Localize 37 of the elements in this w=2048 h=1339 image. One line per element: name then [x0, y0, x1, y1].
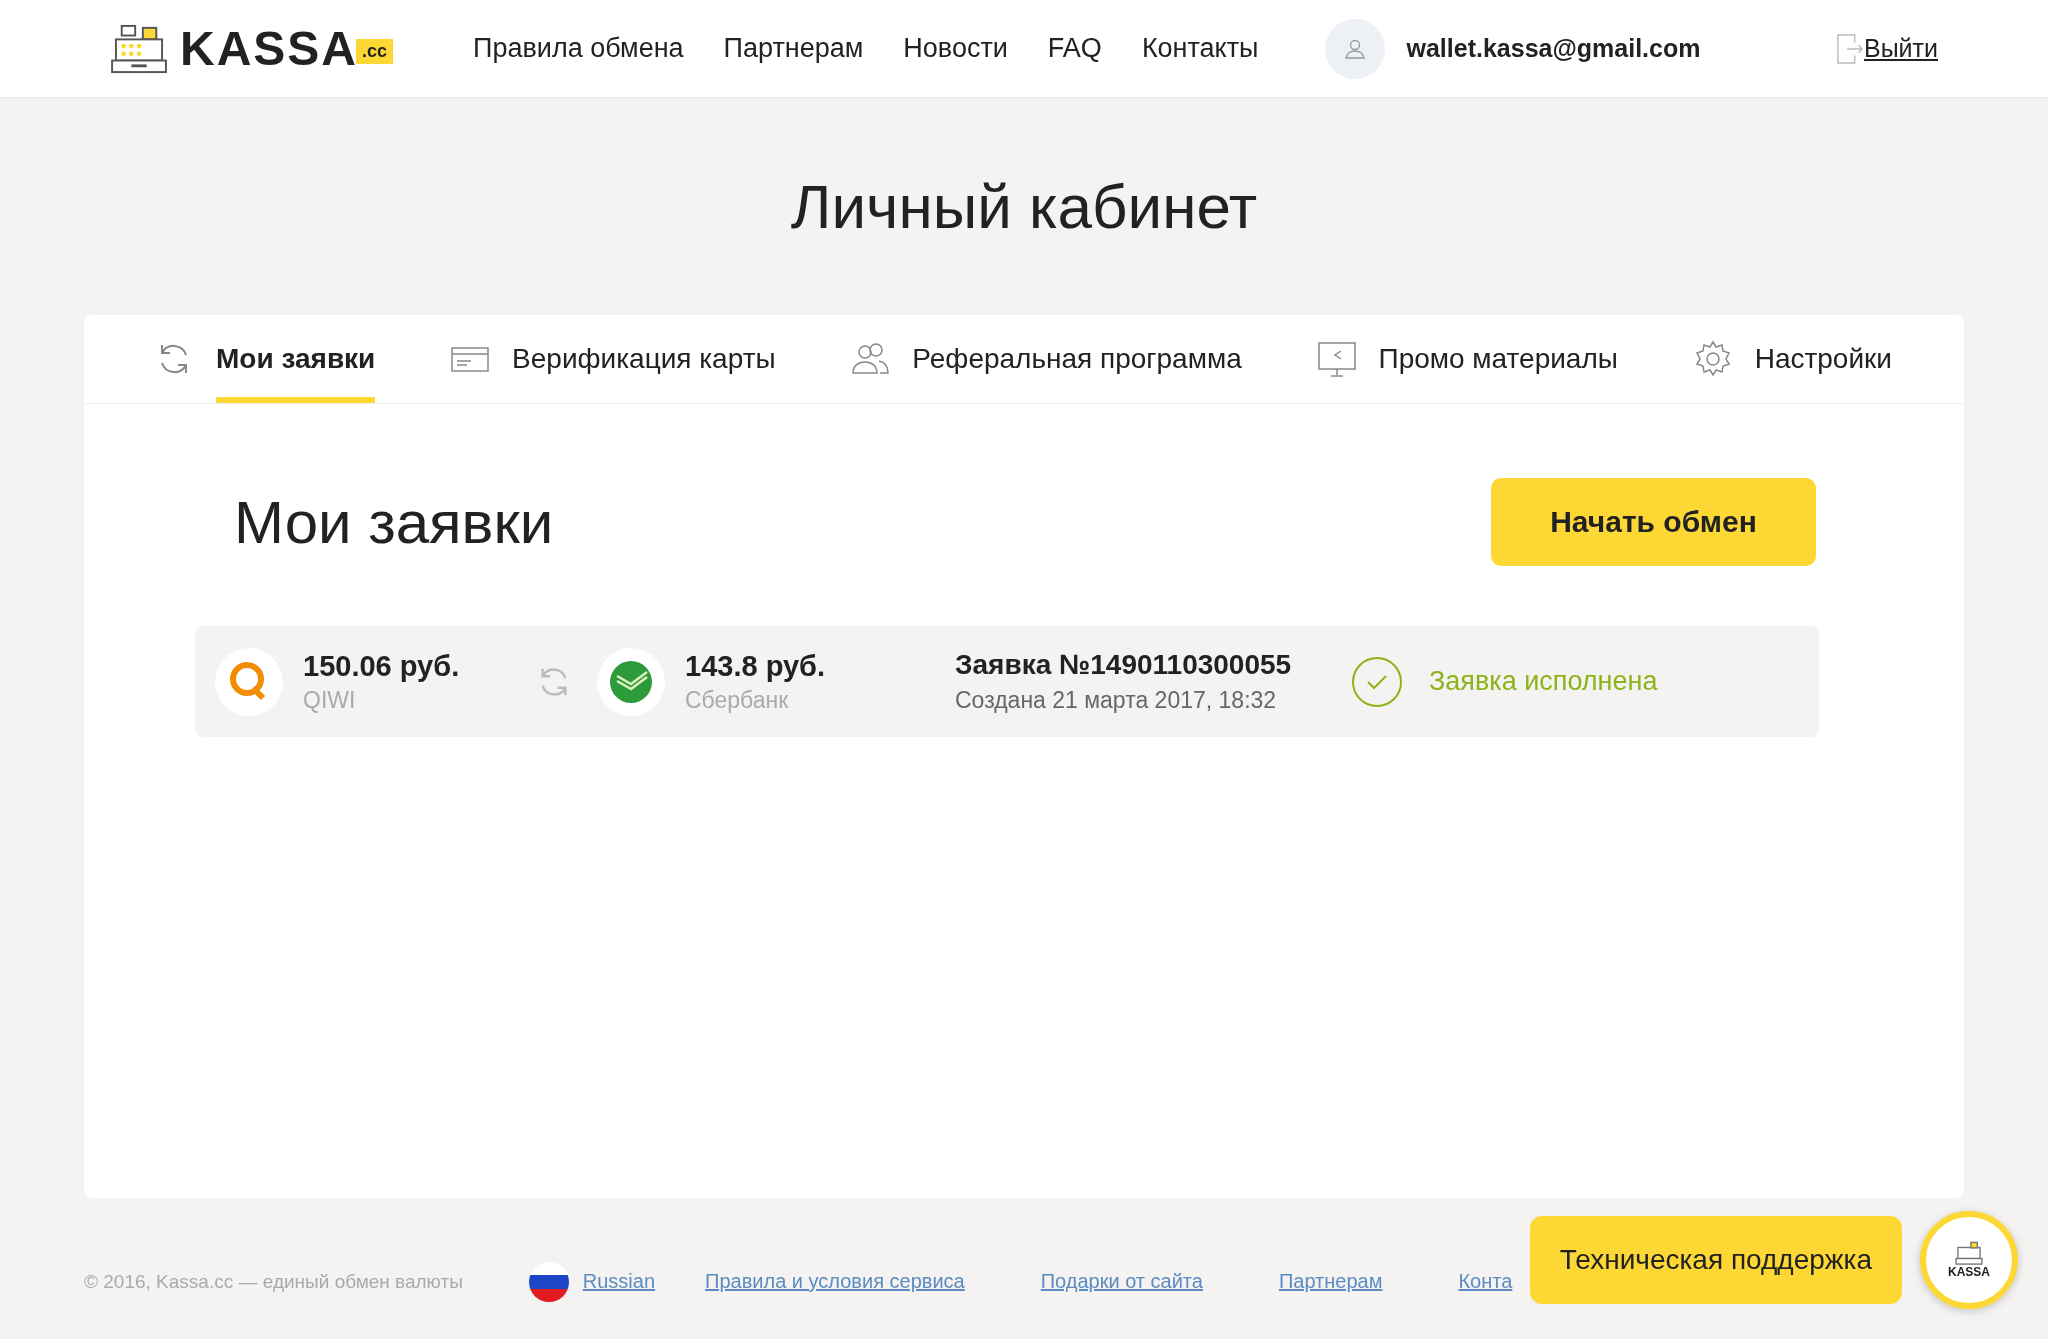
currency-text: QIWI — [303, 686, 357, 714]
monitor-icon — [1316, 339, 1357, 379]
tab[interactable]: Верификация карты — [512, 315, 776, 403]
tab[interactable]: Мои заявки — [216, 315, 376, 403]
logo-text: KASSA — [1948, 1265, 1990, 1279]
user-email: wallet.kassa@gmail.com — [1406, 34, 1701, 63]
check-circle-icon — [1351, 655, 1403, 708]
tab[interactable]: Промо материалы — [1378, 315, 1618, 403]
currency-text: Сбербанк — [685, 686, 790, 714]
nav-link[interactable]: FAQ — [1047, 33, 1102, 64]
nav-link[interactable]: Контакты — [1141, 33, 1259, 64]
section-title: Мои заявки — [234, 487, 554, 557]
flag-icon — [528, 1261, 569, 1302]
order-date: Создана 21 марта 2017, 18:32 — [955, 687, 1278, 714]
logo-text: KASSA — [180, 21, 359, 76]
support-avatar[interactable]: KASSA — [1920, 1211, 2018, 1309]
logo-badge: .cc — [356, 39, 394, 64]
cash-register-icon — [110, 23, 168, 74]
cash-register-icon — [1955, 1241, 1983, 1265]
nav-link[interactable]: Правила обмена — [473, 33, 684, 64]
start-exchange-button[interactable]: Начать обмен — [1491, 478, 1816, 566]
status-text: Заявка исполнена — [1429, 666, 1658, 697]
order-title: Заявка №1490110300055 — [955, 649, 1293, 681]
nav-link[interactable]: Новости — [903, 33, 1008, 64]
logout-icon — [1835, 32, 1864, 65]
payment-logo-icon — [215, 647, 283, 716]
order-row[interactable]: 150.06 руб. QIWI 143.8 руб. Сбербанк Заявка №1490110300055 Создана 21 марта 2017, 18:32 Заявка исполнена — [195, 626, 1819, 737]
amount-text: 150.06 руб. — [303, 649, 460, 683]
logout-link[interactable]: Выйти — [1863, 34, 1938, 63]
amount-text: 143.8 руб. — [685, 649, 826, 683]
page-title: Личный кабинет — [789, 170, 1259, 243]
support-bubble[interactable]: Техническая поддержка — [1529, 1216, 1902, 1304]
tab[interactable]: Настройки — [1754, 315, 1892, 403]
nav-link[interactable]: Партнерам — [723, 33, 864, 64]
tab[interactable]: Реферальная программа — [912, 315, 1242, 403]
payment-logo-icon — [597, 647, 665, 716]
copyright-text: © 2016, Kassa.cc — единый обмен валюты — [84, 1270, 463, 1293]
